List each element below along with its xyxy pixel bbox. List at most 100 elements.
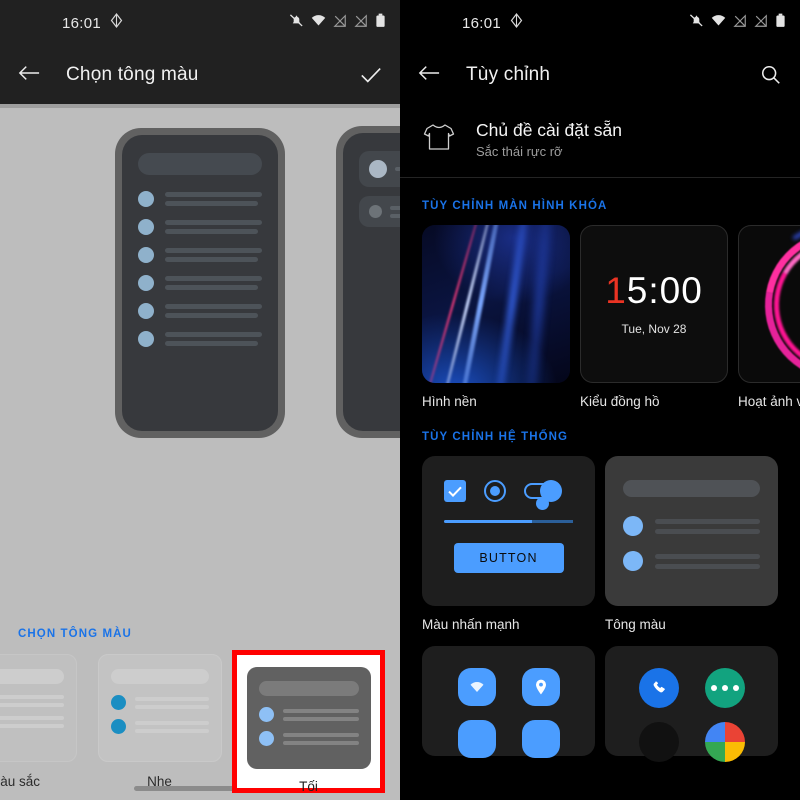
clock-digit-highlight: 1 [605,270,627,311]
radio-button-icon [484,480,506,502]
preview-avatar-icon [138,275,154,291]
phone-preview-secondary [336,126,400,438]
tone-option-colorful[interactable]: màu sắc [0,650,87,789]
preview-card [359,151,400,187]
slider-preview [422,497,595,523]
card-caption: Hoạt ảnh vân t [738,394,800,409]
signal-off-2-icon [754,13,768,33]
preview-avatar-icon [138,303,154,319]
preview-list-item [138,191,262,207]
card-wallpaper[interactable]: Hình nền [422,225,570,409]
right-panel-body: Chủ đề cài đặt sẵn Sắc thái rực rỡ TÙY C… [400,104,800,800]
card-accent-color[interactable]: BUTTON Màu nhấn mạnh [422,456,595,632]
page-title-left: Chọn tông màu [66,64,199,85]
checkbox-icon [444,480,466,502]
tone-thumb-colorful [0,654,77,762]
battery-icon [775,13,786,33]
left-phone-screen: 16:01 Chọn tông màu CHỌN TÔNG MÀU àu sắc… [0,0,400,800]
search-icon[interactable] [760,64,782,86]
tone-option-label: Tối [299,779,318,794]
clock-preview-time: 15:00 [605,272,703,309]
status-bar-left: 16:01 [0,0,400,46]
preview-text-lines [165,192,262,206]
wifi-tile-icon [457,668,496,706]
preview-search-bar [138,153,262,175]
status-bar-right: 16:01 [400,0,800,46]
app-bar-left: Chọn tông màu [0,46,400,104]
preset-theme-title: Chủ đề cài đặt sẵn [476,120,622,140]
app-icons-thumb [605,646,778,762]
bell-off-icon [289,13,304,33]
location-tile-icon [521,668,560,706]
card-app-icons[interactable] [605,646,778,762]
card-caption: Hình nền [422,394,477,409]
preview-avatar-icon [138,191,154,207]
preview-text-lines [165,220,262,234]
preview-avatar-icon [369,160,387,178]
status-bar-clock: 16:01 [62,14,102,32]
card-clock-style[interactable]: 15:00 Tue, Nov 28 Kiểu đồng hồ [580,225,728,409]
tile-icon-3 [457,720,496,758]
tone-thumb-dark [246,667,371,769]
card-caption: Tông màu [605,617,666,632]
tone-option-light[interactable]: Nhẹ [87,650,232,789]
clock-preview-date: Tue, Nov 28 [621,322,687,336]
quick-settings-thumb [422,646,595,758]
theme-preview-stage [0,108,400,518]
phone-preview-primary [115,128,285,438]
confirm-check-icon[interactable] [360,66,382,84]
preview-text-lines [165,276,262,290]
tile-icon-4 [521,720,560,758]
demo-button[interactable]: BUTTON [453,542,564,573]
preview-list-item [138,303,262,319]
preview-list-item [138,331,262,347]
diamond-icon [110,13,123,33]
control-preview-row [422,456,595,502]
preset-theme-row[interactable]: Chủ đề cài đặt sẵn Sắc thái rực rỡ [400,104,800,177]
preview-avatar-icon [138,219,154,235]
left-panel-body: CHỌN TÔNG MÀU màu sắc [0,108,400,800]
signal-off-1-icon [333,13,347,33]
phone-app-icon [638,668,679,708]
tone-section-heading: CHỌN TÔNG MÀU [18,628,132,640]
signal-off-2-icon [354,13,368,33]
accent-color-thumb: BUTTON [422,456,595,606]
tone-thumb-light [97,654,222,762]
preview-list-item [138,247,262,263]
wifi-icon [311,13,326,33]
tshirt-icon [422,122,456,157]
clock-digits-rest: 5:00 [626,270,703,311]
status-bar-clock: 16:01 [462,14,502,32]
card-fingerprint-animation[interactable]: Hoạt ảnh vân t [738,225,800,409]
icon-card-row [400,632,800,762]
preview-avatar-icon [138,247,154,263]
preview-text-lines [165,304,262,318]
lockscreen-card-row: Hình nền 15:00 Tue, Nov 28 Kiểu đồng hồ [400,225,800,409]
tone-option-list: màu sắc Nhẹ [0,650,400,800]
app-icon-3 [638,722,679,762]
tone-chooser-section: CHỌN TÔNG MÀU màu sắc [0,628,400,800]
tone-thumb [605,456,778,606]
preview-avatar-icon [369,205,382,218]
battery-icon [375,13,386,33]
bell-off-icon [689,13,704,33]
photos-app-icon [704,722,745,762]
preview-list-item [138,219,262,235]
preview-avatar-icon [138,331,154,347]
preview-text-lines [165,332,262,346]
tone-option-dark[interactable]: Tối [232,650,385,794]
preview-text-lines [390,205,400,218]
card-caption: Màu nhấn mạnh [422,617,520,632]
card-quick-settings-icons[interactable] [422,646,595,758]
system-card-row: BUTTON Màu nhấn mạnh Tông màu [400,456,800,632]
back-arrow-icon[interactable] [18,64,40,87]
card-caption: Kiểu đồng hồ [580,394,660,409]
clock-thumb: 15:00 Tue, Nov 28 [580,225,728,383]
card-tone[interactable]: Tông màu [605,456,778,632]
messages-app-icon [704,668,745,708]
wallpaper-thumb [422,225,570,383]
back-arrow-icon[interactable] [418,64,440,87]
system-section-heading: TÙY CHỈNH HỆ THỐNG [422,431,569,443]
lockscreen-section-heading: TÙY CHỈNH MÀN HÌNH KHÓA [422,200,608,212]
slider-knob [536,497,550,510]
